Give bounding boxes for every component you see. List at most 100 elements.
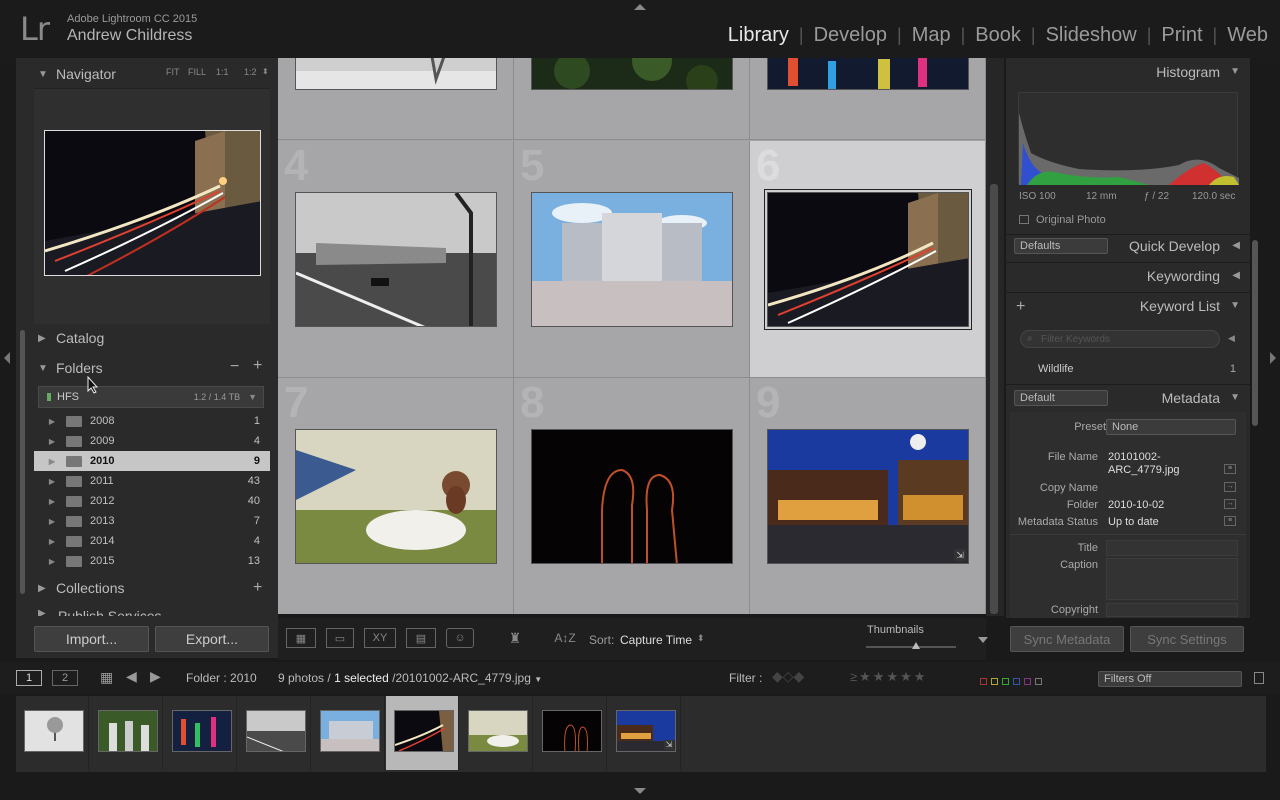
rating-filter[interactable]: ≥ ★ ★ ★ ★ ★ (850, 669, 927, 685)
collapse-top-panel-icon[interactable] (634, 4, 646, 10)
keywording-header[interactable]: Keywording ◀ (1006, 262, 1250, 290)
folder-item-2010[interactable]: ▶ 2010 9 (34, 451, 270, 471)
grid-thumbnail[interactable] (295, 429, 497, 564)
file-dropdown-icon[interactable]: ▼ (534, 675, 542, 684)
sort-direction-icon[interactable]: A↕Z (550, 628, 580, 648)
volume-dropdown-icon[interactable]: ▼ (248, 392, 257, 402)
histogram-graph[interactable] (1018, 92, 1239, 185)
expand-folder-icon[interactable]: ▶ (42, 517, 62, 526)
filters-preset-select[interactable]: Filters Off (1098, 671, 1242, 687)
copyright-field[interactable] (1106, 603, 1238, 617)
filmstrip-thumbnail[interactable] (98, 710, 158, 752)
zoom-1-2[interactable]: 1:2 (244, 67, 257, 77)
remove-folder-icon[interactable]: − (230, 358, 239, 376)
zoom-fit[interactable]: FIT (166, 67, 180, 77)
zoom-fill[interactable]: FILL (188, 67, 206, 77)
folder-value[interactable]: 2010-10-02 (1108, 499, 1164, 511)
grid-thumbnail[interactable] (764, 189, 972, 330)
caption-field[interactable] (1106, 558, 1238, 600)
folder-item-2014[interactable]: ▶ 2014 4 (34, 531, 270, 551)
export-button[interactable]: Export... (155, 626, 269, 652)
grid-icon[interactable]: ▦ (100, 669, 113, 686)
add-folder-icon[interactable]: + (253, 357, 262, 375)
module-slideshow[interactable]: Slideshow (1036, 24, 1147, 47)
expand-folder-icon[interactable]: ▶ (42, 497, 62, 506)
filmstrip-thumbnail[interactable] (246, 710, 306, 752)
folder-item-2008[interactable]: ▶ 2008 1 (34, 411, 270, 431)
sync-metadata-button[interactable]: Sync Metadata (1010, 626, 1124, 652)
title-field[interactable] (1106, 540, 1238, 556)
painter-icon[interactable]: ♜ (508, 628, 522, 648)
star-icon[interactable]: ★ (873, 669, 885, 684)
primary-display-button[interactable]: 1 (16, 670, 42, 686)
histogram-header[interactable]: Histogram ▼ (1006, 58, 1250, 86)
expand-folder-icon[interactable]: ▶ (42, 457, 62, 466)
navigator-header[interactable]: ▼ Navigator (16, 60, 278, 88)
module-library[interactable]: Library (718, 24, 799, 47)
grid-thumbnail[interactable] (295, 58, 497, 90)
filmstrip-cell[interactable] (238, 696, 311, 770)
grid-thumbnail[interactable] (531, 429, 733, 564)
star-icon[interactable]: ★ (914, 669, 926, 684)
source-label[interactable]: Folder : 2010 (186, 671, 257, 685)
grid-thumbnail[interactable] (767, 58, 969, 90)
color-label-filter[interactable] (980, 674, 1046, 688)
right-panel-scrollbar[interactable] (1252, 240, 1258, 426)
people-view-icon[interactable]: ☺ (446, 628, 474, 648)
compare-view-icon[interactable]: XY (364, 628, 396, 648)
grid-thumbnail[interactable] (531, 58, 733, 90)
keyword-item[interactable]: Wildlife 1 (1010, 360, 1246, 380)
folder-item-2013[interactable]: ▶ 2013 7 (34, 511, 270, 531)
grid-cell[interactable] (514, 58, 750, 140)
yellow-label-icon[interactable] (991, 678, 998, 685)
module-map[interactable]: Map (902, 24, 961, 47)
thumbnail-size-slider[interactable] (866, 642, 956, 649)
folder-item-2009[interactable]: ▶ 2009 4 (34, 431, 270, 451)
selected-file-name[interactable]: /20101002-ARC_4779.jpg (392, 671, 531, 685)
grid-cell[interactable]: 5 (514, 141, 750, 378)
sort-select[interactable]: Capture Time (620, 633, 692, 647)
catalog-header[interactable]: ▶ Catalog (16, 324, 278, 352)
loupe-view-icon[interactable]: ▭ (326, 628, 354, 648)
expand-folder-icon[interactable]: ▶ (42, 537, 62, 546)
forward-arrow-icon[interactable]: ▶ (150, 668, 161, 685)
star-icon[interactable]: ★ (886, 669, 898, 684)
grid-cell[interactable]: 9 ⇲ (750, 378, 986, 614)
left-panel-scrollbar[interactable] (20, 330, 25, 594)
filmstrip-cell[interactable] (312, 696, 385, 770)
grid-cell[interactable]: 7 (278, 378, 514, 614)
filmstrip-thumbnail[interactable] (172, 710, 232, 752)
keyword-list-header[interactable]: Keyword List ▼ (1006, 292, 1250, 320)
grid-scrollbar-thumb[interactable] (990, 184, 998, 614)
filmstrip-thumbnail[interactable] (320, 710, 380, 752)
grid-cell[interactable]: 8 (514, 378, 750, 614)
star-icon[interactable]: ★ (859, 669, 871, 684)
module-develop[interactable]: Develop (804, 24, 897, 47)
green-label-icon[interactable] (1002, 678, 1009, 685)
module-print[interactable]: Print (1151, 24, 1212, 47)
collapse-right-panel-icon[interactable] (1270, 352, 1276, 364)
filmstrip-cell[interactable] (16, 696, 89, 770)
metadata-status-icon[interactable]: ≡ (1224, 516, 1236, 526)
grid-cell[interactable]: 4 (278, 141, 514, 378)
grid-view-icon[interactable]: ▦ (286, 628, 316, 648)
survey-view-icon[interactable]: ▤ (406, 628, 436, 648)
add-collection-icon[interactable]: + (253, 579, 262, 597)
sort-dropdown-icon[interactable]: ⬍ (697, 633, 705, 644)
filmstrip-cell-selected[interactable] (386, 696, 459, 770)
folder-item-2012[interactable]: ▶ 2012 40 (34, 491, 270, 511)
metadata-preset-select[interactable]: None (1106, 419, 1236, 435)
go-to-copy-icon[interactable]: → (1224, 482, 1236, 492)
quick-develop-header[interactable]: Quick Develop ◀ (1006, 232, 1250, 260)
star-icon[interactable]: ★ (900, 669, 912, 684)
original-photo-checkbox[interactable] (1019, 215, 1029, 224)
expand-folder-icon[interactable]: ▶ (42, 557, 62, 566)
flag-filter-icon[interactable]: ◆◇◆ (772, 668, 804, 685)
grid-cell-selected[interactable]: 6 (750, 141, 986, 378)
expand-folder-icon[interactable]: ▶ (42, 417, 62, 426)
module-book[interactable]: Book (965, 24, 1031, 47)
volume-bar[interactable]: HFS 1.2 / 1.4 TB ▼ (38, 386, 264, 408)
grid-thumbnail[interactable] (295, 192, 497, 327)
toolbar-menu-icon[interactable] (978, 637, 988, 643)
clear-filter-icon[interactable]: ◀ (1228, 333, 1235, 344)
